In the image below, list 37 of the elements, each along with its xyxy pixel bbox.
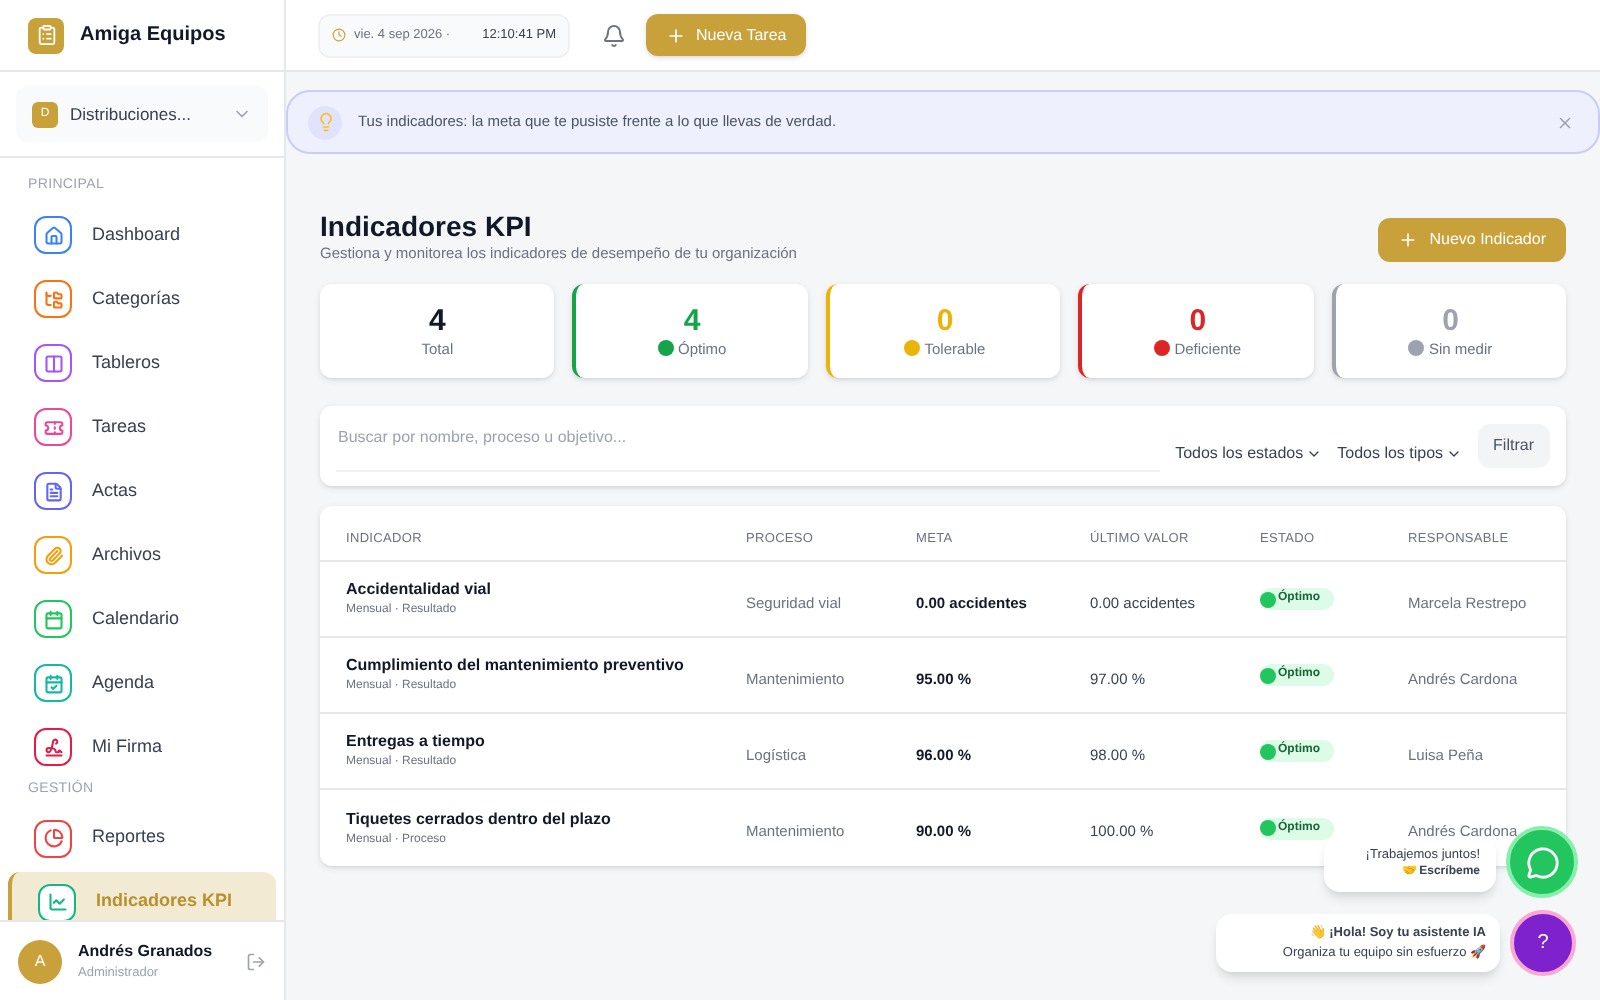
filter-button[interactable]: Filtrar [1477,424,1550,469]
sidebar-item[interactable]: Categorías [8,269,276,329]
plus-icon [1397,230,1418,251]
sidebar-item[interactable]: Calendario [8,589,276,649]
sidebar-item[interactable]: Actas [8,461,276,521]
kpi-value: 0 [1442,303,1459,338]
sidebar-item[interactable]: Mi Firma [8,717,276,777]
kpi-value: 4 [429,303,446,338]
indicator-name: Cumplimiento del mantenimiento preventivo [346,654,686,679]
search-field[interactable]: Buscar por nombre, proceso u objetivo... [336,420,1160,473]
sidebar-item[interactable]: Dashboard [8,205,276,265]
indicator-name: Accidentalidad vial [346,578,493,603]
type-select[interactable]: Todos los tipos [1337,441,1462,466]
sidebar-item[interactable]: Tareas [8,397,276,457]
plus-icon [666,25,686,45]
sidebar-item[interactable]: Tableros [8,333,276,393]
notifications-bell-icon[interactable] [602,23,626,47]
page-title: Indicadores KPI [320,210,534,242]
clipboard-logo-icon [28,17,64,53]
search-filter-bar[interactable]: Buscar por nombre, proceso u objetivo... Todos los estados Todos los tipos Filtrar [320,406,1566,487]
chat-icon [1525,845,1559,879]
lightbulb-icon [308,105,342,139]
indicator-name: Entregas a tiempo [346,730,487,755]
app-name: Amiga Equipos [80,22,226,50]
clock-icon [332,28,346,42]
status-select[interactable]: Todos los estados [1175,441,1322,466]
kpi-value: 0 [1189,303,1207,338]
sidebar-item[interactable]: Reportes [8,808,276,868]
close-icon[interactable] [1556,113,1574,131]
user-name: Andrés Granados [78,939,215,964]
kpi-value: 0 [936,303,954,338]
sidebar-item[interactable]: Archivos [8,525,276,585]
sidebar-item[interactable]: Agenda [8,653,276,713]
user-avatar: A [18,939,62,983]
kpi-value: 4 [683,303,701,338]
indicator-name: Tiquetes cerrados dentro del plazo [346,807,613,832]
logout-icon[interactable] [246,951,266,971]
